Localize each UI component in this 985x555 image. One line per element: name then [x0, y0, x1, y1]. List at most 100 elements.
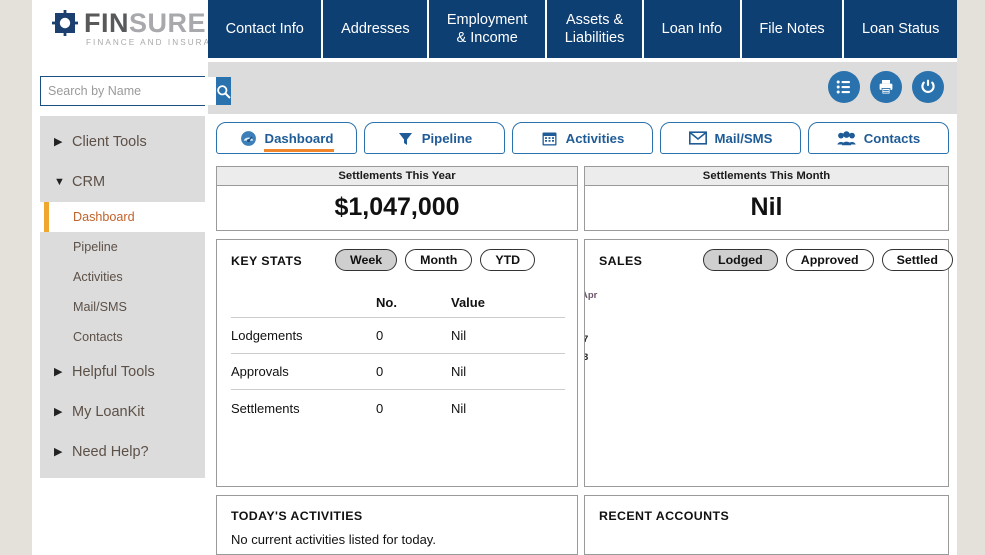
envelope-icon — [688, 131, 707, 145]
settlements-this-year-title: Settlements This Year — [217, 167, 577, 186]
pill-ytd[interactable]: YTD — [480, 249, 536, 271]
print-button[interactable] — [870, 71, 902, 103]
list-icon — [836, 80, 850, 94]
top-navigation: Contact Info Addresses Employment & Income… — [208, 0, 957, 58]
tab-pipeline[interactable]: Pipeline — [364, 122, 505, 154]
sales-title: SALES — [599, 254, 643, 268]
pill-approved[interactable]: Approved — [785, 249, 874, 271]
sidebar-submenu: Dashboard Pipeline Activities Mail/SMS Conta… — [40, 202, 205, 352]
settlements-this-month-value: Nil — [750, 193, 783, 221]
chevron-right-icon: ▶ — [54, 135, 63, 148]
sidebar-item-dashboard[interactable]: Dashboard — [40, 202, 205, 232]
key-stats-cell-value: Nil — [451, 364, 467, 379]
tab-label: Activities — [565, 130, 625, 146]
sidebar-menu: ▶ Client Tools ▼ CRM Dashboard Pipeline Activi… — [40, 116, 205, 478]
todays-activities-body: No current activities listed for today. — [231, 532, 436, 547]
settlements-this-month-title: Settlements This Month — [585, 167, 948, 186]
sidebar-group-need-help[interactable]: ▶ Need Help? — [40, 432, 205, 472]
chevron-right-icon: ▶ — [54, 405, 63, 418]
chart-label-fragment: 3 — [585, 352, 589, 363]
key-stats-rows: Lodgements 0 Nil Approvals 0 Nil Settlements 0 N… — [231, 318, 565, 426]
finsure-logo-wordmark: FINSURE — [84, 8, 206, 38]
pill-week[interactable]: Week — [335, 249, 398, 271]
power-button[interactable] — [912, 71, 944, 103]
gauge-icon — [240, 130, 257, 147]
recent-accounts-title: RECENT ACCOUNTS — [599, 509, 730, 523]
key-stats-panel: KEY STATS Week Month YTD No. Value Lodgeme… — [216, 239, 578, 487]
sales-panel: SALES Lodged Approved Settled Apr 7 3 — [584, 239, 953, 487]
pill-month[interactable]: Month — [405, 249, 473, 271]
pill-settled[interactable]: Settled — [881, 249, 953, 271]
todays-activities-title: TODAY'S ACTIVITIES — [231, 509, 363, 523]
sidebar-item-pipeline[interactable]: Pipeline — [40, 232, 205, 262]
calendar-icon — [541, 130, 558, 147]
settlements-this-month-panel: Settlements This Month Nil — [584, 166, 949, 231]
tab-activities[interactable]: Activities — [512, 122, 653, 154]
search-button[interactable] — [216, 77, 231, 105]
settlements-this-year-value: $1,047,000 — [334, 193, 460, 221]
key-stats-col-2: Value — [451, 295, 485, 310]
sidebar-group-helpful-tools[interactable]: ▶ Helpful Tools — [40, 352, 205, 392]
main-content: Dashboard Pipeline Activities Mail/SMS Conta… — [208, 114, 957, 555]
sidebar-item-contacts[interactable]: Contacts — [40, 322, 205, 352]
key-stats-cell-label: Approvals — [231, 364, 289, 379]
tab-label: Dashboard — [263, 130, 335, 152]
topnav-item-contact-info[interactable]: Contact Info — [208, 0, 324, 58]
dashboard-tabs: Dashboard Pipeline Activities Mail/SMS Conta… — [216, 122, 949, 154]
content-toolbar — [208, 62, 957, 114]
tab-mail-sms[interactable]: Mail/SMS — [660, 122, 801, 154]
print-icon — [879, 80, 893, 95]
sidebar-group-my-loankit[interactable]: ▶ My LoanKit — [40, 392, 205, 432]
tab-label: Pipeline — [421, 130, 473, 146]
topnav-item-addresses[interactable]: Addresses — [323, 0, 430, 58]
funnel-icon — [397, 130, 414, 147]
list-button[interactable] — [828, 71, 860, 103]
key-stats-cell-no: 0 — [376, 400, 384, 416]
recent-accounts-panel: RECENT ACCOUNTS — [584, 495, 949, 555]
chart-label-fragment: Apr — [585, 290, 598, 301]
tab-label: Contacts — [863, 130, 921, 146]
finsure-logo-mark — [52, 10, 78, 36]
key-stats-header-row: No. Value — [231, 288, 565, 318]
key-stats-cell-value: Nil — [451, 400, 467, 416]
topnav-item-loan-status[interactable]: Loan Status — [844, 0, 957, 58]
tab-label: Mail/SMS — [714, 130, 773, 146]
topnav-item-employment-income[interactable]: Employment & Income — [429, 0, 548, 58]
toolbar-actions — [828, 71, 944, 103]
settlements-this-year-panel: Settlements This Year $1,047,000 — [216, 166, 578, 231]
sidebar-item-activities[interactable]: Activities — [40, 262, 205, 292]
search-bar — [40, 76, 231, 106]
search-icon — [217, 84, 231, 98]
logo-text-sure: SURE — [129, 8, 207, 38]
search-input[interactable] — [41, 77, 216, 105]
topnav-item-file-notes[interactable]: File Notes — [742, 0, 845, 58]
sidebar-group-label: Need Help? — [72, 444, 149, 460]
power-icon — [921, 79, 935, 93]
sidebar-group-label: Client Tools — [72, 134, 147, 150]
key-stats-cell-no: 0 — [376, 364, 384, 379]
app-header: FINSURE FINANCE AND INSURANCE Contact In… — [32, 0, 957, 58]
chevron-right-icon: ▶ — [54, 365, 63, 378]
sidebar-group-label: My LoanKit — [72, 404, 145, 420]
sidebar-group-label: CRM — [72, 174, 106, 190]
pill-lodged[interactable]: Lodged — [703, 249, 778, 271]
app-page: FINSURE FINANCE AND INSURANCE Contact In… — [32, 0, 957, 555]
chevron-down-icon: ▼ — [54, 175, 65, 188]
topnav-item-assets-liabilities[interactable]: Assets & Liabilities — [547, 0, 645, 58]
sidebar-item-mail-sms[interactable]: Mail/SMS — [40, 292, 205, 322]
key-stats-cell-no: 0 — [376, 328, 384, 343]
sidebar-group-client-tools[interactable]: ▶ Client Tools — [40, 122, 205, 162]
key-stats-cell-value: Nil — [451, 328, 467, 343]
sidebar-group-label: Helpful Tools — [72, 364, 155, 380]
sidebar-group-crm[interactable]: ▼ CRM — [40, 162, 205, 202]
key-stats-col-1: No. — [376, 295, 397, 310]
table-row: Approvals 0 Nil — [231, 354, 565, 390]
tab-contacts[interactable]: Contacts — [808, 122, 949, 154]
topnav-item-loan-info[interactable]: Loan Info — [644, 0, 742, 58]
key-stats-range-buttons: Week Month YTD — [335, 249, 536, 271]
key-stats-cell-label: Settlements — [231, 400, 300, 416]
tab-dashboard[interactable]: Dashboard — [216, 122, 357, 154]
logo-text-fin: FIN — [84, 8, 129, 38]
sales-range-buttons: Lodged Approved Settled — [703, 249, 953, 271]
finsure-logo[interactable]: FINSURE FINANCE AND INSURANCE — [44, 8, 233, 52]
